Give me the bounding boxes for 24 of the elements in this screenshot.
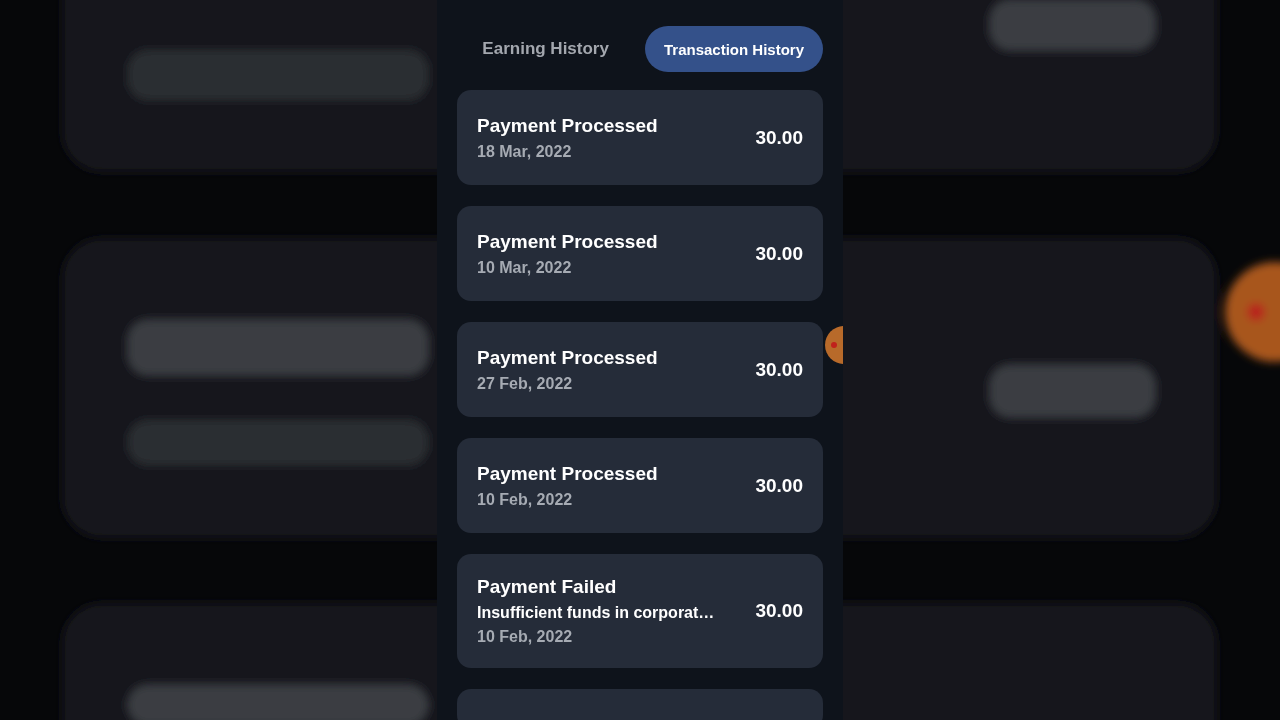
transaction-title: Payment Processed: [477, 230, 658, 253]
transaction-title: Payment Processed: [477, 462, 658, 485]
transaction-amount: 30.00: [755, 358, 803, 381]
transaction-title: Payment Processed: [477, 114, 658, 137]
transaction-amount: 30.00: [755, 242, 803, 265]
transaction-date: 18 Mar, 2022: [477, 142, 573, 161]
transaction-card[interactable]: Payment Failed Insufficient funds in corporat… 10 Feb, 2022 30.00: [457, 554, 823, 668]
tab[interactable]: Transaction History: [644, 26, 823, 72]
transaction-amount: 30.00: [755, 126, 803, 149]
transaction-amount: 30.00: [755, 600, 803, 622]
transaction-date: 10 Feb, 2022: [477, 628, 574, 646]
transaction-card[interactable]: Payment Processed 10 Feb, 2022 30.00: [457, 438, 823, 533]
transaction-card[interactable]: Payment Processed 27 Feb, 2022 30.00: [457, 322, 823, 417]
tab[interactable]: Earning History: [460, 26, 631, 72]
transaction-card[interactable]: Payment Processed 10 Mar, 2022 30.00: [457, 206, 823, 301]
floating-bubble-icon[interactable]: [825, 326, 843, 364]
transaction-card[interactable]: Payment Processed 18 Mar, 2022 30.00: [457, 90, 823, 185]
transaction-amount: 30.00: [755, 474, 803, 497]
transaction-detail: Insufficient funds in corporat…: [477, 604, 715, 622]
transaction-title: Payment Processed: [477, 346, 658, 369]
transaction-title: Payment Failed: [477, 576, 618, 598]
transaction-date: 27 Feb, 2022: [477, 374, 574, 393]
transaction-date: 10 Feb, 2022: [477, 490, 574, 509]
transaction-date: 10 Mar, 2022: [477, 258, 573, 277]
